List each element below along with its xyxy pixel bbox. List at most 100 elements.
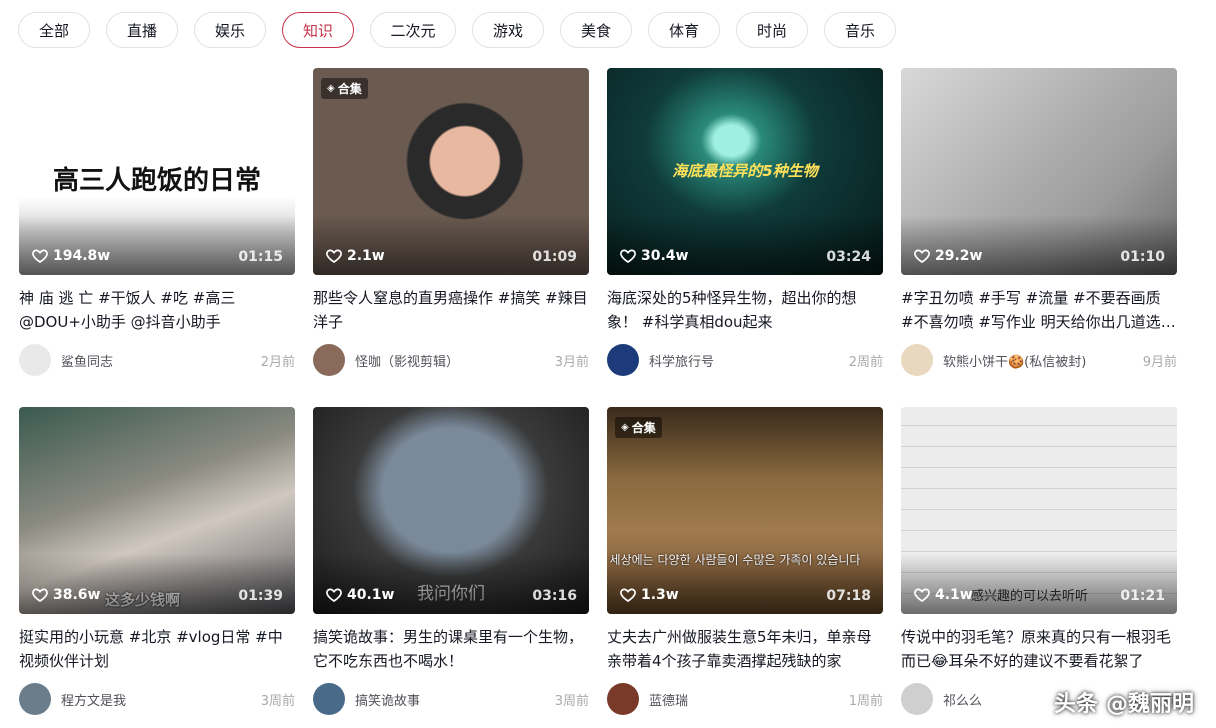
like-count: 30.4w [619,247,688,265]
video-thumbnail[interactable]: 高三人跑饭的日常 194.8w 01:15 [19,68,295,275]
video-card[interactable]: 我问你们40.1w03:16 搞笑诡故事：男生的课桌里有一个生物，它不吃东西也不喝… [313,407,589,720]
author-avatar[interactable] [607,683,639,715]
like-count-text: 4.1w [935,587,973,603]
author-avatar[interactable] [19,344,51,376]
post-time: 2月前 [260,354,295,370]
video-meta: 怪咖（影视剪辑） 3月前 [313,343,589,377]
post-time: 3月前 [554,354,589,370]
tab-8[interactable]: 时尚 [736,12,808,48]
video-thumbnail[interactable]: 这多少钱啊38.6w01:39 [19,407,295,614]
author-name[interactable]: 祁么么 [943,690,982,709]
video-duration: 01:15 [238,249,283,265]
video-duration: 03:24 [826,249,871,265]
heart-icon [913,247,931,265]
video-thumbnail[interactable]: 29.2w 01:10 [901,68,1177,275]
like-count-text: 29.2w [935,248,983,264]
tab-1[interactable]: 直播 [106,12,178,48]
author-name[interactable]: 科学旅行号 [649,351,714,370]
author-avatar[interactable] [901,344,933,376]
heart-icon [619,247,637,265]
tab-3[interactable]: 知识 [282,12,354,48]
author-avatar[interactable] [313,683,345,715]
category-tabs: 全部 直播 娱乐 知识 二次元 游戏 美食 体育 时尚 音乐 [18,12,896,48]
video-card[interactable]: 29.2w 01:10 #字丑勿喷 #手写 #流量 #不要吞画质 #不喜勿喷 #写作… [901,68,1177,381]
video-title[interactable]: 传说中的羽毛笔？原来真的只有一根羽毛而已😂耳朵不好的建议不要看花絮了 [901,625,1177,673]
thumbnail-shade [607,215,883,275]
video-card[interactable]: ◈ 合集 2.1w 01:09 那些令人窒息的直男癌操作 #搞笑 #辣目洋子怪咖（影视剪… [313,68,589,381]
video-card[interactable]: 高三人跑饭的日常 194.8w 01:15 神 庙 逃 亡 #干饭人 #吃 #高三 @… [19,68,295,381]
author-name[interactable]: 软熊小饼干🍪(私信被封) [943,351,1086,370]
video-duration: 01:09 [532,249,577,265]
tab-6[interactable]: 美食 [560,12,632,48]
author-name[interactable]: 蓝德瑞 [649,690,688,709]
video-meta: 软熊小饼干🍪(私信被封) 9月前 [901,343,1177,377]
like-count: 29.2w [913,247,982,265]
video-duration: 01:10 [1120,249,1165,265]
heart-icon [31,247,49,265]
collection-badge: ◈ 合集 [321,78,368,99]
layers-icon: ◈ [327,83,335,94]
author-avatar[interactable] [313,344,345,376]
video-thumbnail[interactable]: 세상에는 다양한 사람들이 수많은 가족이 있습니다◈合集1.3w07:18 [607,407,883,614]
video-meta: 蓝德瑞 1周前 [607,682,883,716]
video-title[interactable]: 搞笑诡故事：男生的课桌里有一个生物，它不吃东西也不喝水！ [313,625,589,673]
author-name[interactable]: 程方文是我 [61,690,126,709]
tab-7[interactable]: 体育 [648,12,720,48]
video-meta: 科学旅行号 2周前 [607,343,883,377]
like-count-text: 30.4w [641,248,689,264]
heart-icon [31,586,49,604]
author-avatar[interactable] [901,683,933,715]
author-name[interactable]: 怪咖（影视剪辑） [355,351,459,370]
post-time: 9月前 [1142,354,1177,370]
watermark: 头条 @魏丽明 [1054,686,1194,718]
author-avatar[interactable] [607,344,639,376]
thumbnail-caption: 高三人跑饭的日常 [52,166,261,196]
video-duration: 01:39 [238,588,283,604]
video-card[interactable]: 这多少钱啊38.6w01:39挺实用的小玩意 #北京 #vlog日常 #中视频伙… [19,407,295,720]
video-thumbnail[interactable]: 我问你们40.1w03:16 [313,407,589,614]
video-card[interactable]: 海底最怪异的5种生物 30.4w 03:24 海底深处的5种怪异生物，超出你的想象！ … [607,68,883,381]
author-name[interactable]: 搞笑诡故事 [355,690,420,709]
heart-icon [325,586,343,604]
video-card[interactable]: 세상에는 다양한 사람들이 수많은 가족이 있습니다◈合集1.3w07:18丈夫… [607,407,883,720]
tab-5[interactable]: 游戏 [472,12,544,48]
post-time: 1周前 [848,693,883,709]
like-count-text: 1.3w [641,587,679,603]
video-card[interactable]: 感兴趣的可以去听听4.1w01:21 传说中的羽毛笔？原来真的只有一根羽毛而已😂耳… [901,407,1177,720]
video-title[interactable]: 神 庙 逃 亡 #干饭人 #吃 #高三 @DOU+小助手 @抖音小助手 [19,286,295,334]
heart-icon [913,586,931,604]
video-meta: 鲨鱼同志 2月前 [19,343,295,377]
video-thumbnail[interactable]: 感兴趣的可以去听听4.1w01:21 [901,407,1177,614]
post-time: 3周前 [554,693,589,709]
like-count: 2.1w [325,247,385,265]
video-grid: 高三人跑饭的日常 194.8w 01:15 神 庙 逃 亡 #干饭人 #吃 #高三 @… [19,68,1177,720]
post-time: 2周前 [848,354,883,370]
author-name[interactable]: 鲨鱼同志 [61,351,113,370]
heart-icon [619,586,637,604]
author-avatar[interactable] [19,683,51,715]
video-thumbnail[interactable]: 海底最怪异的5种生物 30.4w 03:24 [607,68,883,275]
like-count-text: 194.8w [53,248,111,264]
video-duration: 07:18 [826,588,871,604]
tab-2[interactable]: 娱乐 [194,12,266,48]
video-title[interactable]: 丈夫去广州做服装生意5年未归，单亲母亲带着4个孩子靠卖酒撑起残缺的家 [607,625,883,673]
video-meta: 程方文是我 3周前 [19,682,295,716]
video-thumbnail[interactable]: ◈ 合集 2.1w 01:09 [313,68,589,275]
heart-icon [325,247,343,265]
watermark-handle: @魏丽明 [1105,692,1194,717]
video-title[interactable]: 那些令人窒息的直男癌操作 #搞笑 #辣目洋子 [313,286,589,334]
thumbnail-shade [901,215,1177,275]
tab-9[interactable]: 音乐 [824,12,896,48]
post-time: 3周前 [260,693,295,709]
thumbnail-shade [19,215,295,275]
tab-4[interactable]: 二次元 [370,12,456,48]
thumbnail-shade [313,554,589,614]
video-title[interactable]: 海底深处的5种怪异生物，超出你的想象！ #科学真相dou起来 [607,286,883,334]
like-count-text: 38.6w [53,587,101,603]
tab-0[interactable]: 全部 [18,12,90,48]
video-title[interactable]: #字丑勿喷 #手写 #流量 #不要吞画质 #不喜勿喷 #写作业 明天给你出几道选… [901,286,1177,334]
like-count: 4.1w [913,586,973,604]
video-title[interactable]: 挺实用的小玩意 #北京 #vlog日常 #中视频伙伴计划 [19,625,295,673]
thumbnail-shade [607,554,883,614]
like-count-text: 40.1w [347,587,395,603]
